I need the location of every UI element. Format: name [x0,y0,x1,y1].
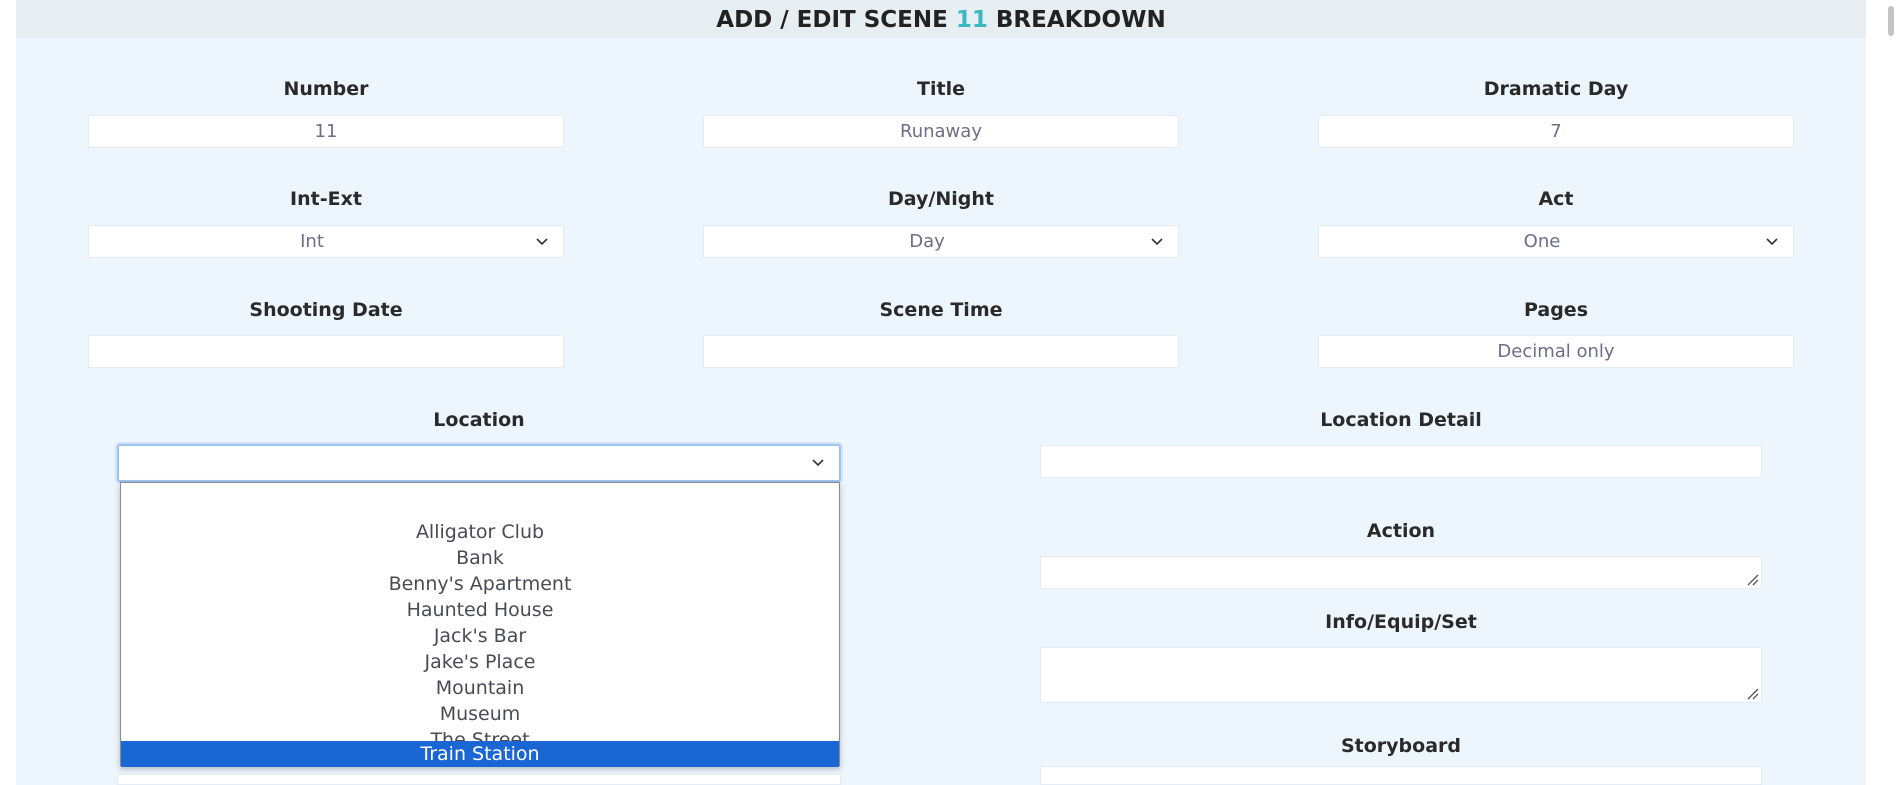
scene-time-label: Scene Time [879,299,1003,321]
pages-label: Pages [1523,299,1589,321]
location-option[interactable]: Haunted House [121,597,839,623]
info-equip-set-textarea[interactable] [1040,647,1762,703]
act-select[interactable]: One [1318,225,1794,258]
location-detail-label: Location Detail [1320,409,1482,431]
storyboard-label: Storyboard [1340,735,1462,757]
pages-input[interactable]: Decimal only [1318,335,1794,368]
chevron-down-icon [536,238,548,246]
location-option[interactable]: Mountain [121,675,839,701]
location-option[interactable]: Jack's Bar [121,623,839,649]
action-label: Action [1366,520,1436,542]
title-suffix: BREAKDOWN [995,7,1166,33]
title-label: Title [917,78,965,100]
location-option[interactable]: Benny's Apartment [121,571,839,597]
resize-handle-icon[interactable] [1745,572,1759,586]
chevron-down-icon [1766,238,1778,246]
act-value: One [1523,231,1561,252]
scene-time-input[interactable] [703,335,1179,368]
day-night-value: Day [909,231,945,252]
location-option-blank[interactable] [121,491,839,517]
scene-number: 11 [955,7,988,33]
location-label: Location [433,409,525,431]
location-detail-input[interactable] [1040,445,1762,478]
day-night-select[interactable]: Day [703,225,1179,258]
dramatic-day-label: Dramatic Day [1483,78,1629,100]
day-night-label: Day/Night [888,188,994,210]
chevron-down-icon [812,459,824,467]
resize-handle-icon[interactable] [1745,686,1759,700]
location-option-selected[interactable]: Train Station [121,741,839,767]
dramatic-day-input[interactable]: 7 [1318,115,1794,148]
int-ext-value: Int [300,231,324,252]
location-dropdown-list: Alligator Club Bank Benny's Apartment Ha… [120,482,840,767]
location-below-field[interactable] [117,774,841,785]
location-select[interactable] [117,444,841,482]
shooting-date-input[interactable] [88,335,564,368]
title-prefix: ADD / EDIT SCENE [716,7,948,33]
chevron-down-icon [1151,238,1163,246]
storyboard-input[interactable] [1040,766,1762,785]
title-input[interactable]: Runaway [703,115,1179,148]
int-ext-select[interactable]: Int [88,225,564,258]
number-label: Number [283,78,369,100]
scrollbar-thumb[interactable] [1888,6,1894,36]
info-equip-set-label: Info/Equip/Set [1325,611,1477,633]
int-ext-label: Int-Ext [290,188,362,210]
location-option[interactable]: Jake's Place [121,649,839,675]
page-title: ADD / EDIT SCENE 11 BREAKDOWN [16,0,1866,38]
page-scrollbar[interactable] [1880,0,1896,785]
shooting-date-label: Shooting Date [249,299,403,321]
location-option[interactable]: Museum [121,701,839,727]
location-option[interactable]: Alligator Club [121,519,839,545]
action-textarea[interactable] [1040,556,1762,589]
number-input[interactable]: 11 [88,115,564,148]
location-option[interactable]: Bank [121,545,839,571]
act-label: Act [1538,188,1574,210]
